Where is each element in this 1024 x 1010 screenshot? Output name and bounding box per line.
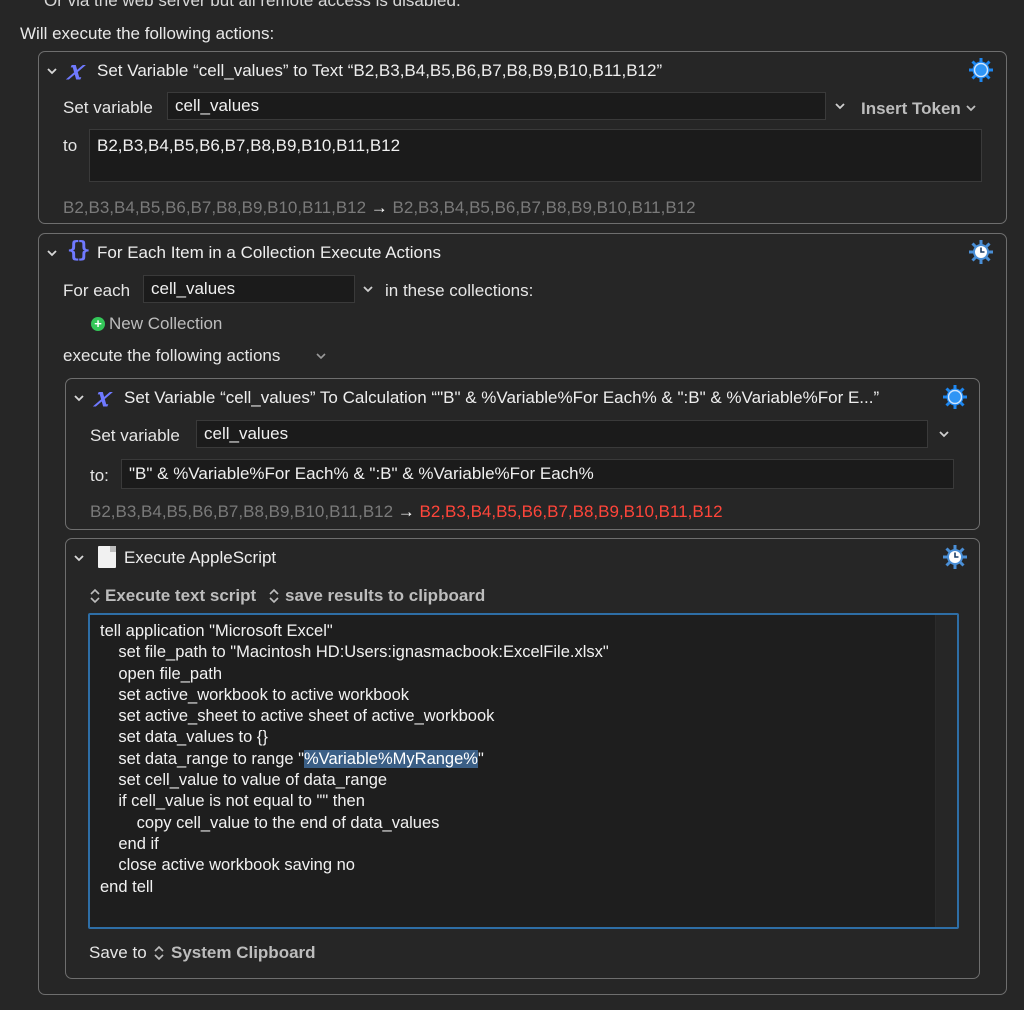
to-label: to [63, 136, 78, 155]
insert-token-button[interactable]: Insert Token [861, 99, 961, 119]
gear-icon[interactable] [942, 384, 968, 410]
variable-name-field[interactable]: cell_values [196, 420, 928, 448]
for-each-variable-field[interactable]: cell_values [143, 275, 355, 303]
script-after: " set cell_value to value of data_range … [100, 749, 484, 896]
collapse-chevron-icon[interactable] [72, 391, 88, 407]
mode-stepper-icon[interactable] [88, 588, 102, 604]
save-to-stepper-icon[interactable] [152, 945, 166, 961]
result-mode-popup[interactable]: save results to clipboard [285, 586, 485, 606]
action-set-variable-text[interactable]: 𝑥 Set Variable “cell_values” to Text “B2… [38, 51, 1007, 224]
gear-icon[interactable] [968, 57, 994, 83]
action-title[interactable]: Set Variable “cell_values” to Text “B2,B… [97, 61, 662, 81]
action-title[interactable]: Execute AppleScript [124, 548, 276, 568]
variable-dropdown-chevron-icon[interactable] [833, 99, 847, 113]
to-label: to: [90, 466, 109, 485]
variable-dropdown-chevron-icon[interactable] [937, 427, 951, 441]
preview-after: B2,B3,B4,B5,B6,B7,B8,B9,B10,B11,B12 [419, 502, 723, 521]
action-execute-applescript[interactable]: Execute AppleScript Execute text script … [65, 538, 980, 979]
braces-icon: {} [67, 238, 90, 263]
script-before: tell application "Microsoft Excel" set f… [100, 622, 609, 768]
set-variable-label: Set variable [63, 98, 153, 117]
action-title[interactable]: Set Variable “cell_values” To Calculatio… [124, 388, 879, 408]
collapse-chevron-icon[interactable] [45, 64, 61, 80]
preview-line: B2,B3,B4,B5,B6,B7,B8,B9,B10,B11,B12 → B2… [63, 198, 696, 218]
preview-line: B2,B3,B4,B5,B6,B7,B8,B9,B10,B11,B12 → B2… [90, 502, 723, 522]
execute-following-chevron-icon[interactable] [314, 349, 328, 363]
for-each-dropdown-chevron-icon[interactable] [361, 282, 375, 296]
script-selection: %Variable%MyRange% [304, 749, 478, 768]
script-scrollbar[interactable] [935, 615, 957, 927]
gear-clock-icon[interactable] [942, 544, 968, 570]
preview-arrow-icon: → [397, 502, 415, 521]
variable-name-field[interactable]: cell_values [167, 92, 826, 120]
insert-token-chevron-icon[interactable] [964, 101, 978, 115]
action-title[interactable]: For Each Item in a Collection Execute Ac… [97, 243, 441, 263]
save-to-popup[interactable]: System Clipboard [171, 943, 316, 963]
preview-arrow-icon: → [370, 198, 388, 217]
in-these-collections-label: in these collections: [385, 281, 534, 300]
text-value: B2,B3,B4,B5,B6,B7,B8,B9,B10,B11,B12 [97, 136, 401, 155]
collapse-chevron-icon[interactable] [72, 551, 88, 567]
execute-following-label: execute the following actions [63, 346, 281, 365]
result-stepper-icon[interactable] [267, 588, 281, 604]
gear-clock-icon[interactable] [968, 239, 994, 265]
script-document-icon [98, 546, 116, 568]
preview-after: B2,B3,B4,B5,B6,B7,B8,B9,B10,B11,B12 [392, 198, 696, 217]
script-text[interactable]: tell application "Microsoft Excel" set f… [100, 621, 947, 898]
for-each-label: For each [63, 281, 131, 300]
script-editor[interactable]: tell application "Microsoft Excel" set f… [88, 613, 959, 929]
preview-before: B2,B3,B4,B5,B6,B7,B8,B9,B10,B11,B12 [90, 502, 394, 521]
truncated-description: Or via the web server but all remote acc… [44, 0, 461, 10]
will-execute-heading: Will execute the following actions: [20, 24, 275, 43]
new-collection-button[interactable]: New Collection [109, 314, 222, 334]
variable-x-icon: 𝑥 [94, 383, 109, 413]
save-to-label: Save to [89, 943, 147, 962]
execute-mode-popup[interactable]: Execute text script [105, 586, 256, 606]
text-value-field[interactable]: B2,B3,B4,B5,B6,B7,B8,B9,B10,B11,B12 [89, 129, 982, 182]
calculation-field[interactable]: "B" & %Variable%For Each% & ":B" & %Vari… [121, 459, 954, 489]
action-set-variable-calculation[interactable]: 𝑥 Set Variable “cell_values” To Calculat… [65, 378, 980, 530]
preview-before: B2,B3,B4,B5,B6,B7,B8,B9,B10,B11,B12 [63, 198, 367, 217]
set-variable-label: Set variable [90, 426, 180, 445]
collapse-chevron-icon[interactable] [45, 246, 61, 262]
add-plus-icon[interactable]: + [91, 317, 105, 331]
variable-x-icon: 𝑥 [67, 56, 82, 86]
